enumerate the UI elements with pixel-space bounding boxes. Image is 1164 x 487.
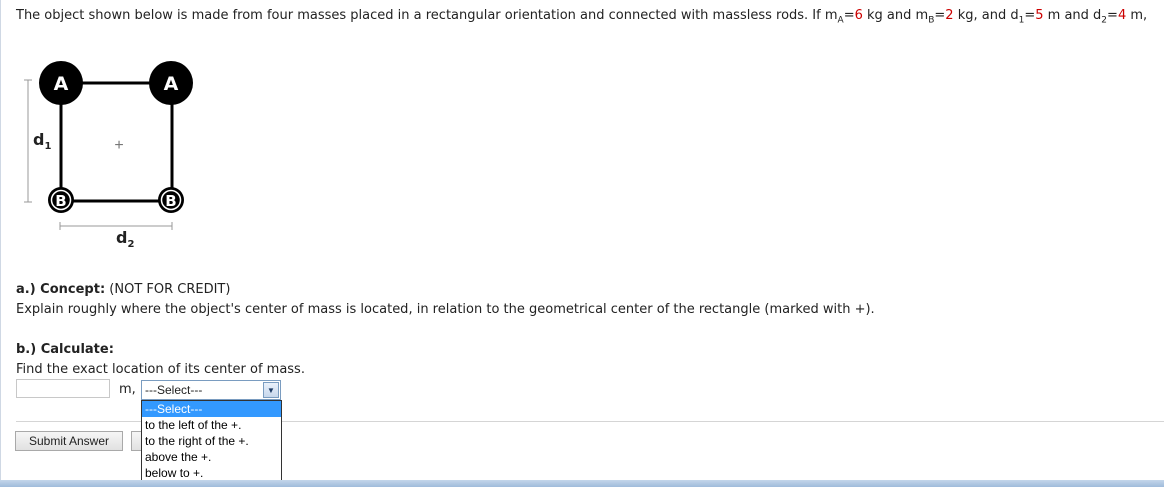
dropdown-option[interactable]: below to +. — [142, 465, 281, 481]
problem-text: m and d — [1043, 8, 1102, 23]
d2-label: d2 — [116, 228, 134, 250]
part-b-text: Find the exact location of its center of… — [16, 362, 305, 377]
frame-border — [0, 0, 1, 480]
direction-dropdown-list[interactable]: ---Select--- to the left of the +. to th… — [141, 400, 282, 482]
dropdown-option[interactable]: ---Select--- — [142, 401, 281, 417]
mass-a-label: A — [164, 73, 179, 95]
d1-label: d1 — [33, 130, 51, 152]
problem-text: kg, and d — [953, 8, 1019, 23]
mass-b-value: 2 — [945, 8, 954, 23]
center-marker: + — [114, 137, 123, 154]
problem-statement: The object shown below is made from four… — [16, 8, 1147, 26]
equals: = — [1024, 8, 1036, 23]
submit-answer-button[interactable]: Submit Answer — [15, 431, 123, 451]
chevron-down-icon[interactable]: ▼ — [263, 382, 279, 398]
mass-a-value: 6 — [854, 8, 863, 23]
d1-value: 5 — [1035, 8, 1044, 23]
part-a-note: (NOT FOR CREDIT) — [105, 282, 231, 297]
mass-rectangle-diagram: + A A B B d1 d2 — [24, 61, 193, 250]
mass-b-label: B — [165, 192, 176, 210]
dropdown-option[interactable]: above the +. — [142, 449, 281, 465]
equals: = — [1107, 8, 1118, 23]
part-a-heading: a.) Concept: — [16, 282, 106, 297]
direction-select[interactable]: ---Select--- ▼ — [141, 380, 281, 400]
problem-text: kg and m — [862, 8, 929, 23]
problem-text: The object shown below is made from four… — [16, 8, 838, 23]
bottom-bar — [0, 480, 1164, 487]
dropdown-option[interactable]: to the left of the +. — [142, 417, 281, 433]
unit-label: m, — [119, 382, 136, 397]
dropdown-option[interactable]: to the right of the +. — [142, 433, 281, 449]
mass-a-label: A — [54, 73, 69, 95]
equals: = — [843, 8, 855, 23]
part-a-heading-row: a.) Concept: (NOT FOR CREDIT) — [16, 282, 230, 297]
problem-text: m, — [1126, 8, 1148, 23]
equals: = — [934, 8, 946, 23]
part-a-text: Explain roughly where the object's cente… — [16, 302, 875, 317]
part-b-heading: b.) Calculate: — [16, 342, 114, 357]
d2-value: 4 — [1117, 8, 1127, 23]
select-current-value: ---Select--- — [145, 383, 203, 397]
mass-b-label: B — [55, 192, 66, 210]
center-of-mass-input[interactable] — [16, 379, 110, 398]
